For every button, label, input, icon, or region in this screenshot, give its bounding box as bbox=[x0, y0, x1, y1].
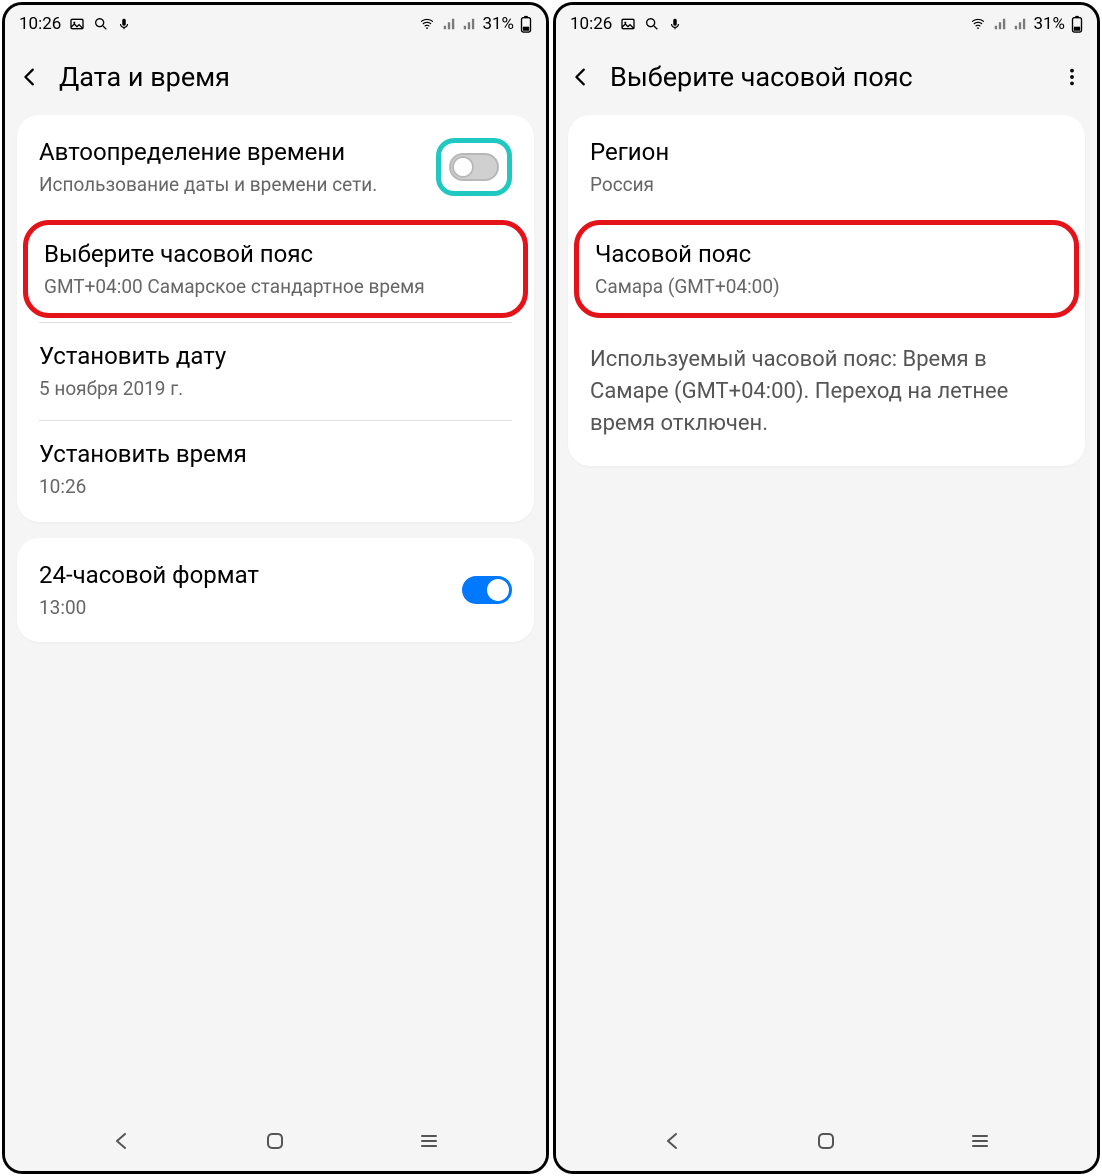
timezone-item[interactable]: Часовой пояс Самара (GMT+04:00) bbox=[574, 220, 1079, 319]
back-button[interactable] bbox=[570, 66, 592, 88]
select-timezone-item[interactable]: Выберите часовой пояс GMT+04:00 Самарско… bbox=[23, 220, 528, 319]
nav-home-button[interactable] bbox=[814, 1129, 838, 1153]
mic-icon bbox=[117, 16, 131, 32]
nav-home-button[interactable] bbox=[263, 1129, 287, 1153]
format24-item[interactable]: 24-часовой формат 13:00 bbox=[17, 542, 534, 639]
header: Выберите часовой пояс bbox=[556, 43, 1097, 115]
select-timezone-label: Выберите часовой пояс bbox=[44, 239, 507, 269]
settings-card-1: Автоопределение времени Использование да… bbox=[17, 115, 534, 522]
statusbar: 10:26 31% bbox=[556, 5, 1097, 43]
highlight-teal bbox=[436, 138, 512, 196]
page-title: Дата и время bbox=[59, 61, 230, 93]
settings-card: Регион Россия Часовой пояс Самара (GMT+0… bbox=[568, 115, 1085, 466]
back-button[interactable] bbox=[19, 66, 41, 88]
wifi-icon bbox=[969, 17, 987, 31]
statusbar-time: 10:26 bbox=[570, 14, 612, 34]
nav-back-button[interactable] bbox=[110, 1129, 134, 1153]
set-date-sub: 5 ноября 2019 г. bbox=[39, 377, 512, 402]
region-item[interactable]: Регион Россия bbox=[568, 119, 1085, 216]
nav-recent-button[interactable] bbox=[417, 1129, 441, 1153]
search-icon bbox=[93, 16, 109, 32]
timezone-sub: Самара (GMT+04:00) bbox=[595, 275, 1058, 300]
image-icon bbox=[69, 16, 85, 32]
battery-icon bbox=[520, 15, 532, 33]
phone-screen-1: 10:26 31% bbox=[2, 2, 549, 1174]
header: Дата и время bbox=[5, 43, 546, 115]
navbar bbox=[5, 1111, 546, 1171]
signal-icon-2 bbox=[462, 17, 476, 31]
battery-text: 31% bbox=[1033, 14, 1065, 34]
content: Автоопределение времени Использование да… bbox=[5, 115, 546, 1111]
nav-recent-button[interactable] bbox=[968, 1129, 992, 1153]
region-sub: Россия bbox=[590, 173, 1063, 198]
more-options-button[interactable] bbox=[1061, 66, 1083, 88]
auto-time-switch[interactable] bbox=[449, 153, 499, 181]
signal-icon bbox=[442, 17, 456, 31]
page-title: Выберите часовой пояс bbox=[610, 61, 913, 93]
wifi-icon bbox=[418, 17, 436, 31]
format24-sub: 13:00 bbox=[39, 596, 452, 621]
format24-switch[interactable] bbox=[462, 576, 512, 604]
set-time-item[interactable]: Установить время 10:26 bbox=[17, 421, 534, 518]
battery-text: 31% bbox=[482, 14, 514, 34]
image-icon bbox=[620, 16, 636, 32]
search-icon bbox=[644, 16, 660, 32]
navbar bbox=[556, 1111, 1097, 1171]
auto-time-item[interactable]: Автоопределение времени Использование да… bbox=[17, 119, 534, 216]
set-time-sub: 10:26 bbox=[39, 475, 512, 500]
statusbar-time: 10:26 bbox=[19, 14, 61, 34]
signal-icon bbox=[993, 17, 1007, 31]
content: Регион Россия Часовой пояс Самара (GMT+0… bbox=[556, 115, 1097, 1111]
format24-label: 24-часовой формат bbox=[39, 560, 452, 590]
battery-icon bbox=[1071, 15, 1083, 33]
auto-time-sub: Использование даты и времени сети. bbox=[39, 173, 426, 198]
set-time-label: Установить время bbox=[39, 439, 512, 469]
timezone-label: Часовой пояс bbox=[595, 239, 1058, 269]
auto-time-label: Автоопределение времени bbox=[39, 137, 426, 167]
signal-icon-2 bbox=[1013, 17, 1027, 31]
set-date-item[interactable]: Установить дату 5 ноября 2019 г. bbox=[17, 323, 534, 420]
phone-screen-2: 10:26 31% bbox=[553, 2, 1100, 1174]
region-label: Регион bbox=[590, 137, 1063, 167]
nav-back-button[interactable] bbox=[661, 1129, 685, 1153]
set-date-label: Установить дату bbox=[39, 341, 512, 371]
settings-card-2: 24-часовой формат 13:00 bbox=[17, 538, 534, 643]
timezone-info: Используемый часовой пояс: Время в Самар… bbox=[568, 322, 1085, 462]
mic-icon bbox=[668, 16, 682, 32]
statusbar: 10:26 31% bbox=[5, 5, 546, 43]
select-timezone-sub: GMT+04:00 Самарское стандартное время bbox=[44, 275, 507, 300]
